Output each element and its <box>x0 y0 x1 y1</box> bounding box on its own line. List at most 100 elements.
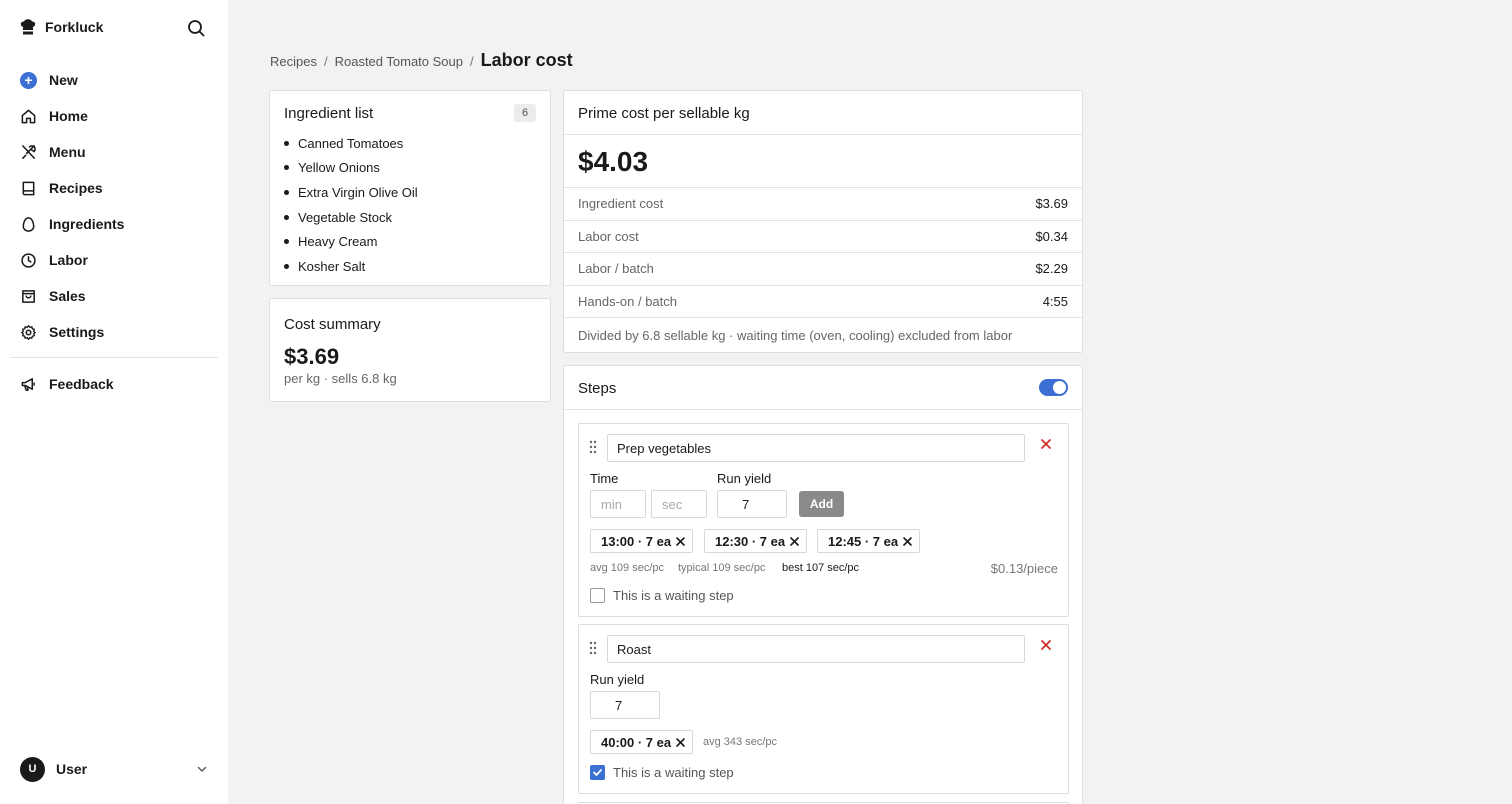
list-item: Canned Tomatoes <box>284 131 418 156</box>
run-chip-label: 40:00 · 7 ea <box>601 734 672 750</box>
sidebar-item-label: New <box>49 72 78 88</box>
price-per-piece: $0.13/piece <box>990 561 1058 576</box>
sidebar-item-label: Recipes <box>49 180 103 196</box>
add-run-button[interactable]: Add <box>799 491 844 517</box>
prime-cost-breakdown: Ingredient cost $3.69 Labor cost $0.34 Lab… <box>564 187 1082 353</box>
bullet <box>284 189 289 195</box>
toggle-knob <box>1053 381 1066 394</box>
breadcrumb-recipes[interactable]: Recipes <box>270 54 317 69</box>
user-menu[interactable]: U User <box>20 756 208 782</box>
user-name: User <box>56 761 88 777</box>
sidebar-item-label: Feedback <box>49 376 114 392</box>
time-label: Time <box>590 471 619 486</box>
ingredient-name: Canned Tomatoes <box>298 135 404 151</box>
close-icon[interactable] <box>1040 438 1052 450</box>
sidebar: Forkluck + New Home Menu Recipes Ingredi… <box>0 0 228 804</box>
checkbox[interactable] <box>590 588 605 603</box>
card-header: Steps <box>564 366 1082 410</box>
row-value: $2.29 <box>1035 261 1068 277</box>
list-item: Vegetable Stock <box>284 205 418 230</box>
app-name: Forkluck <box>45 19 104 35</box>
run-chip-label: 13:00 · 7 ea <box>601 533 672 549</box>
sidebar-item-menu[interactable]: Menu <box>10 134 218 170</box>
run-chip: 40:00 · 7 ea <box>590 730 694 754</box>
list-item: Kosher Salt <box>284 254 418 279</box>
breadcrumb: Recipes / Roasted Tomato Soup / Labor co… <box>270 50 573 71</box>
prime-cost-footnote: Divided by 6.8 sellable kg · waiting tim… <box>564 317 1082 353</box>
close-icon[interactable] <box>789 536 800 547</box>
sidebar-item-recipes[interactable]: Recipes <box>10 170 218 206</box>
bullet <box>284 140 289 146</box>
list-item: Heavy Cream <box>284 229 418 254</box>
bullet <box>284 239 289 245</box>
breakdown-row: Hands-on / batch 4:55 <box>564 284 1082 318</box>
plus-icon: + <box>20 71 37 89</box>
sidebar-item-label: Sales <box>49 288 86 304</box>
checkbox-checked[interactable] <box>590 765 605 780</box>
brand[interactable]: Forkluck <box>20 18 103 36</box>
row-value: $3.69 <box>1035 196 1068 212</box>
row-label: Hands-on / batch <box>578 294 678 310</box>
close-icon[interactable] <box>675 737 686 748</box>
step-name-input[interactable]: Roast <box>607 635 1025 663</box>
close-icon[interactable] <box>902 536 913 547</box>
breadcrumb-recipe[interactable]: Roasted Tomato Soup <box>335 54 463 69</box>
bullet <box>284 214 289 220</box>
prime-cost-card: Prime cost per sellable kg $4.03 Ingredi… <box>563 90 1083 353</box>
row-value: 4:55 <box>1042 294 1068 310</box>
list-item: Extra Virgin Olive Oil <box>284 180 418 205</box>
summary-note: per kg · sells 6.8 kg <box>284 371 397 386</box>
step-name-input[interactable]: Prep vegetables <box>607 434 1025 462</box>
breakdown-row: Labor / batch $2.29 <box>564 252 1082 285</box>
search-icon[interactable] <box>186 18 206 38</box>
breakdown-row: Labor cost $0.34 <box>564 219 1082 253</box>
breadcrumb-separator: / <box>470 54 474 69</box>
page-title: Labor cost <box>480 50 573 70</box>
card-title: Cost summary <box>284 316 381 333</box>
bag-icon <box>22 289 35 303</box>
ingredient-name: Heavy Cream <box>298 234 378 250</box>
sidebar-item-ingredients[interactable]: Ingredients <box>10 206 218 242</box>
row-value: $0.34 <box>1035 228 1068 244</box>
sidebar-item-label: Home <box>49 108 88 124</box>
card-title: Steps <box>578 380 617 397</box>
sidebar-item-new[interactable]: + New <box>10 62 218 98</box>
close-icon[interactable] <box>1040 639 1052 651</box>
run-chip-label: 12:30 · 7 ea <box>715 533 786 549</box>
step-item: Prep vegetables Time Run yield min sec 7… <box>578 423 1069 617</box>
sidebar-item-label: Settings <box>49 324 105 340</box>
run-yield-input[interactable]: 7 <box>590 691 660 719</box>
ingredient-name: Yellow Onions <box>298 160 380 176</box>
bullet <box>284 263 289 269</box>
sidebar-item-label: Ingredients <box>49 216 125 232</box>
avg-stat: avg 109 sec/pc <box>590 562 664 574</box>
sidebar-item-label: Menu <box>49 144 86 160</box>
breadcrumb-separator: / <box>323 54 328 69</box>
sidebar-item-label: Labor <box>49 252 88 268</box>
waiting-step-checkbox[interactable]: This is a waiting step <box>590 588 734 603</box>
sidebar-item-labor[interactable]: Labor <box>10 242 218 278</box>
run-yield-input[interactable]: 7 <box>717 490 787 518</box>
steps-card: Steps Prep vegetables Time Run yield min… <box>563 365 1083 804</box>
minutes-input[interactable]: min <box>590 490 646 518</box>
seconds-input[interactable]: sec <box>651 490 707 518</box>
sidebar-item-sales[interactable]: Sales <box>10 278 218 314</box>
sidebar-item-home[interactable]: Home <box>10 98 218 134</box>
sidebar-item-feedback[interactable]: Feedback <box>10 366 218 402</box>
drag-handle-icon[interactable] <box>588 440 598 454</box>
card-title: Prime cost per sellable kg <box>578 105 750 122</box>
close-icon[interactable] <box>675 536 686 547</box>
ingredient-list: Canned Tomatoes Yellow Onions Extra Virg… <box>284 131 418 279</box>
checkbox-label: This is a waiting step <box>613 765 734 780</box>
drag-handle-icon[interactable] <box>588 641 598 655</box>
sidebar-item-settings[interactable]: Settings <box>10 314 218 350</box>
row-label: Ingredient cost <box>578 196 664 212</box>
prime-cost-amount: $4.03 <box>578 146 649 177</box>
waiting-step-checkbox[interactable]: This is a waiting step <box>590 765 734 780</box>
clock-icon <box>21 252 36 268</box>
steps-toggle[interactable] <box>1039 379 1068 396</box>
ingredient-name: Extra Virgin Olive Oil <box>298 184 418 200</box>
row-label: Labor cost <box>578 228 639 244</box>
best-stat: best 107 sec/pc <box>782 562 860 574</box>
check-icon <box>593 769 602 776</box>
